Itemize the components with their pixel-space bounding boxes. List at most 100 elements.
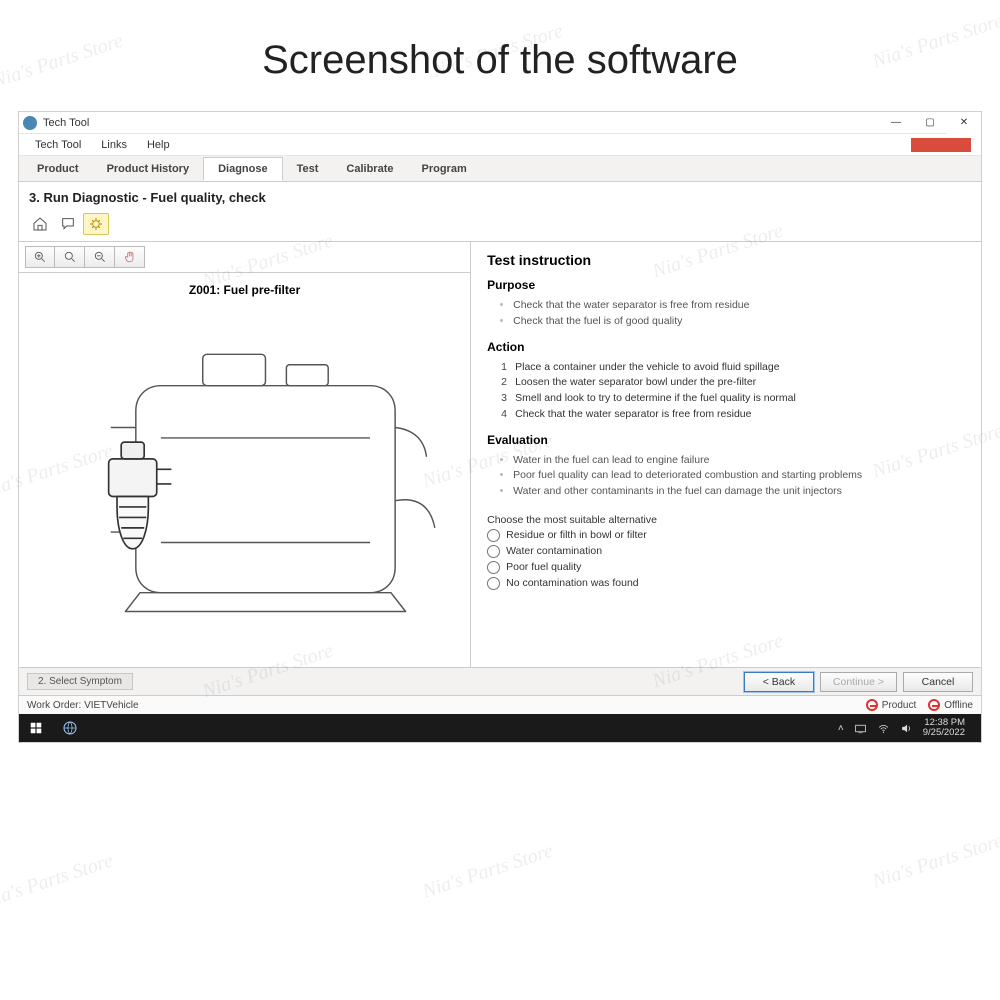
- list-item: Place a container under the vehicle to a…: [501, 360, 965, 376]
- window-close-button[interactable]: ✕: [947, 112, 981, 134]
- zoom-in-button[interactable]: [25, 246, 55, 268]
- list-item: Water in the fuel can lead to engine fai…: [513, 453, 965, 469]
- status-bar: Work Order: VIETVehicle Product Offline: [19, 695, 981, 714]
- zoom-tool-button[interactable]: [55, 246, 85, 268]
- radio-input[interactable]: [487, 561, 500, 574]
- watermark: Nia's Parts Store: [420, 840, 556, 904]
- pan-button[interactable]: [115, 246, 145, 268]
- back-button[interactable]: < Back: [744, 672, 814, 692]
- gear-sparkle-icon: [88, 216, 104, 232]
- instruction-heading: Test instruction: [487, 252, 965, 268]
- hand-icon: [123, 250, 137, 264]
- speech-bubble-icon: [60, 216, 76, 232]
- tabbar: Product Product History Diagnose Test Ca…: [19, 156, 981, 182]
- work-order-label: Work Order:: [27, 700, 81, 711]
- status-dot-icon: [928, 699, 940, 711]
- list-item: Check that the water separator is free f…: [513, 298, 965, 314]
- comment-button[interactable]: [55, 213, 81, 235]
- evaluation-heading: Evaluation: [487, 433, 965, 447]
- action-list: Place a container under the vehicle to a…: [487, 360, 965, 423]
- app-icon: [23, 116, 37, 130]
- fuel-prefilter-illustration: [25, 309, 464, 661]
- radio-input[interactable]: [487, 545, 500, 558]
- status-chip-label: Offline: [944, 700, 973, 711]
- windows-taskbar: ˄ 12:38 PM 9/25/2022: [19, 714, 981, 742]
- watermark: Nia's Parts Store: [870, 830, 1000, 894]
- list-item: Smell and look to try to determine if th…: [501, 391, 965, 407]
- right-panel: Test instruction Purpose Check that the …: [471, 242, 981, 667]
- network-icon[interactable]: [854, 722, 867, 735]
- action-heading: Action: [487, 340, 965, 354]
- prev-step-pill[interactable]: 2. Select Symptom: [27, 673, 133, 690]
- list-item: Water and other contaminants in the fuel…: [513, 484, 965, 500]
- list-item: Loosen the water separator bowl under th…: [501, 375, 965, 391]
- evaluation-list: Water in the fuel can lead to engine fai…: [487, 453, 965, 500]
- system-tray[interactable]: ˄ 12:38 PM 9/25/2022: [838, 718, 981, 739]
- work-order-value: VIETVehicle: [84, 700, 138, 711]
- choice-label: Poor fuel quality: [506, 561, 581, 573]
- radio-input[interactable]: [487, 529, 500, 542]
- toolbar: [19, 211, 981, 241]
- magnifier-minus-icon: [93, 250, 107, 264]
- tab-calibrate[interactable]: Calibrate: [332, 158, 407, 180]
- status-chip-label: Product: [882, 700, 916, 711]
- volume-icon[interactable]: [900, 722, 913, 735]
- diagram-title: Z001: Fuel pre-filter: [19, 273, 470, 303]
- brand-badge: [911, 138, 971, 152]
- page-caption: Screenshot of the software: [0, 0, 1000, 111]
- choice-water-contamination[interactable]: Water contamination: [487, 545, 965, 558]
- status-offline[interactable]: Offline: [928, 699, 973, 711]
- taskbar-clock[interactable]: 12:38 PM 9/25/2022: [923, 718, 971, 739]
- start-button[interactable]: [19, 714, 53, 742]
- window-minimize-button[interactable]: —: [879, 112, 913, 134]
- list-item: Check that the water separator is free f…: [501, 407, 965, 423]
- diagram-canvas[interactable]: [19, 303, 470, 667]
- tab-product[interactable]: Product: [23, 158, 93, 180]
- app-window: Tech Tool — ▢ ✕ Tech Tool Links Help Pro…: [18, 111, 982, 743]
- magnifier-plus-icon: [33, 250, 47, 264]
- tab-test[interactable]: Test: [283, 158, 333, 180]
- status-dot-icon: [866, 699, 878, 711]
- tab-program[interactable]: Program: [407, 158, 480, 180]
- window-maximize-button[interactable]: ▢: [913, 112, 947, 134]
- tab-diagnose[interactable]: Diagnose: [203, 157, 283, 181]
- choice-label: Residue or filth in bowl or filter: [506, 529, 647, 541]
- windows-logo-icon: [29, 721, 43, 735]
- choice-label: Water contamination: [506, 545, 602, 557]
- menu-links[interactable]: Links: [91, 136, 137, 154]
- menu-tech-tool[interactable]: Tech Tool: [25, 136, 91, 154]
- section-title: 3. Run Diagnostic - Fuel quality, check: [19, 182, 981, 211]
- purpose-heading: Purpose: [487, 278, 965, 292]
- list-item: Poor fuel quality can lead to deteriorat…: [513, 468, 965, 484]
- purpose-list: Check that the water separator is free f…: [487, 298, 965, 330]
- continue-button[interactable]: Continue >: [820, 672, 897, 692]
- wifi-icon[interactable]: [877, 722, 890, 735]
- zoom-toolbar: [19, 242, 470, 273]
- choice-poor-fuel-quality[interactable]: Poor fuel quality: [487, 561, 965, 574]
- home-icon: [32, 216, 48, 232]
- globe-icon: [62, 720, 78, 736]
- menu-help[interactable]: Help: [137, 136, 180, 154]
- cancel-button[interactable]: Cancel: [903, 672, 973, 692]
- choice-prompt: Choose the most suitable alternative: [487, 514, 965, 526]
- radio-input[interactable]: [487, 577, 500, 590]
- status-product[interactable]: Product: [866, 699, 916, 711]
- zoom-out-button[interactable]: [85, 246, 115, 268]
- chevron-up-icon[interactable]: ˄: [838, 723, 844, 734]
- window-title: Tech Tool: [43, 117, 879, 129]
- left-panel: Z001: Fuel pre-filter: [19, 242, 471, 667]
- choice-label: No contamination was found: [506, 577, 639, 589]
- menubar: Tech Tool Links Help: [19, 134, 981, 156]
- choice-residue[interactable]: Residue or filth in bowl or filter: [487, 529, 965, 542]
- titlebar: Tech Tool — ▢ ✕: [19, 112, 981, 134]
- clock-date: 9/25/2022: [923, 728, 965, 738]
- choice-no-contamination[interactable]: No contamination was found: [487, 577, 965, 590]
- wizard-footer: 2. Select Symptom < Back Continue > Canc…: [19, 667, 981, 695]
- watermark: Nia's Parts Store: [0, 850, 116, 914]
- tab-product-history[interactable]: Product History: [93, 158, 204, 180]
- diagnostic-button[interactable]: [83, 213, 109, 235]
- taskbar-app-techtool[interactable]: [53, 714, 87, 742]
- home-button[interactable]: [27, 213, 53, 235]
- list-item: Check that the fuel is of good quality: [513, 314, 965, 330]
- magnifier-icon: [63, 250, 77, 264]
